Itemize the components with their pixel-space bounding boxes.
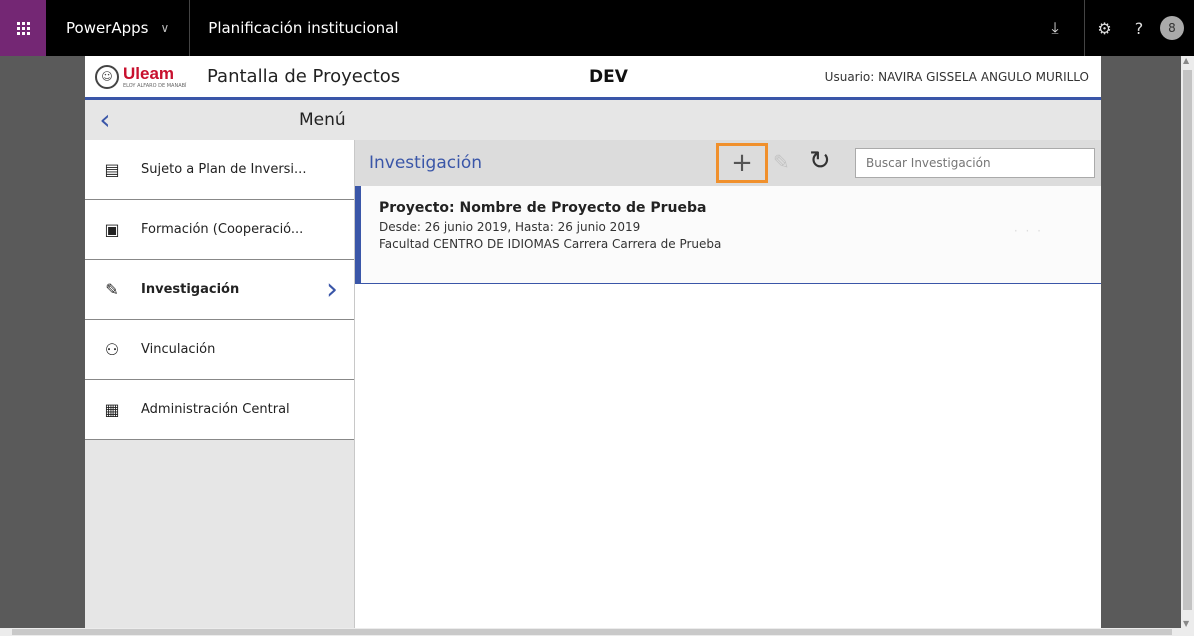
sidebar-item-vinculacion[interactable]: ⚇ Vinculación [85, 320, 354, 380]
app-launcher-button[interactable] [0, 0, 46, 56]
list-item[interactable]: Proyecto: Nombre de Proyecto de Prueba D… [355, 186, 1101, 284]
app-canvas: ☺ Uleam ELOY ALFARO DE MANABÍ Pantalla d… [85, 56, 1101, 628]
scroll-thumb[interactable] [12, 629, 1172, 635]
horizontal-scrollbar[interactable] [0, 628, 1194, 636]
help-icon[interactable]: ? [1124, 0, 1154, 56]
uleam-logo: ☺ Uleam ELOY ALFARO DE MANABÍ [95, 64, 205, 89]
waffle-icon [16, 21, 30, 35]
sidebar-item-investigacion[interactable]: ✎ Investigación › [85, 260, 354, 320]
scroll-thumb[interactable] [1183, 70, 1192, 610]
sidebar-nav: ▤ Sujeto a Plan de Inversi... ▣ Formació… [85, 140, 355, 628]
environment-label: DEV [589, 66, 628, 87]
sidebar-item-label: Sujeto a Plan de Inversi... [141, 162, 307, 177]
edit-note-icon: ✎ [105, 280, 119, 299]
project-dates: Desde: 26 junio 2019, Hasta: 26 junio 20… [379, 220, 641, 234]
chevron-right-icon: › [326, 271, 338, 307]
settings-icon[interactable]: ⚙ [1084, 0, 1124, 56]
user-avatar-icon[interactable]: 8 [1160, 16, 1184, 40]
refresh-icon[interactable]: ↻ [809, 146, 831, 176]
chevron-down-icon: ∨ [160, 21, 170, 35]
project-title: Proyecto: Nombre de Proyecto de Prueba [379, 200, 707, 216]
content-toolbar: Investigación + ✎ ↻ [355, 140, 1101, 186]
sidebar-item-label: Investigación [141, 282, 240, 297]
add-button[interactable]: + [716, 143, 768, 183]
sidebar-item-label: Formación (Cooperació... [141, 222, 304, 237]
project-faculty: Facultad CENTRO DE IDIOMAS Carrera Carre… [379, 237, 722, 251]
contact-card-icon: ▣ [104, 220, 120, 239]
brand-label: PowerApps [66, 19, 149, 37]
sidebar-item-sujeto-plan-inversion[interactable]: ▤ Sujeto a Plan de Inversi... [85, 140, 354, 200]
sidebar-item-formacion[interactable]: ▣ Formación (Cooperació... [85, 200, 354, 260]
app-title: Planificación institucional [208, 19, 399, 37]
more-options-icon[interactable]: · · · [1014, 224, 1043, 238]
app-header: ☺ Uleam ELOY ALFARO DE MANABÍ Pantalla d… [85, 56, 1101, 100]
content-title: Investigación [369, 153, 483, 173]
search-input[interactable] [855, 148, 1095, 178]
sidebar-item-administracion-central[interactable]: ▦ Administración Central [85, 380, 354, 440]
page-title: Pantalla de Proyectos [207, 66, 401, 87]
back-arrow-icon[interactable]: ‹ [85, 102, 125, 138]
logo-subtitle: ELOY ALFARO DE MANABÍ [123, 83, 187, 89]
document-list-icon: ▤ [104, 160, 120, 179]
menu-label: Menú [299, 110, 346, 130]
sidebar-item-label: Administración Central [141, 402, 290, 417]
edit-pencil-icon[interactable]: ✎ [773, 150, 790, 174]
content-panel: Investigación + ✎ ↻ Proyecto: Nombre de … [355, 140, 1101, 628]
scroll-up-icon[interactable]: ▲ [1183, 56, 1189, 65]
logo-text: Uleam [123, 64, 175, 83]
powerapps-brand-menu[interactable]: PowerApps ∨ [46, 0, 191, 56]
menu-bar: ‹ Menú [85, 100, 1101, 140]
powerapps-top-bar: PowerApps ∨ Planificación institucional … [0, 0, 1194, 56]
scroll-down-icon[interactable]: ▼ [1183, 619, 1189, 628]
seal-icon: ☺ [95, 64, 119, 89]
user-label: Usuario: NAVIRA GISSELA ANGULO MURILLO [824, 69, 1089, 84]
vertical-scrollbar[interactable]: ▲ ▼ [1181, 56, 1194, 628]
people-icon: ⚇ [104, 340, 120, 359]
sidebar-item-label: Vinculación [141, 342, 216, 357]
download-icon[interactable]: ⤓ [1026, 0, 1084, 56]
building-icon: ▦ [104, 400, 120, 419]
plus-icon: + [731, 148, 753, 178]
